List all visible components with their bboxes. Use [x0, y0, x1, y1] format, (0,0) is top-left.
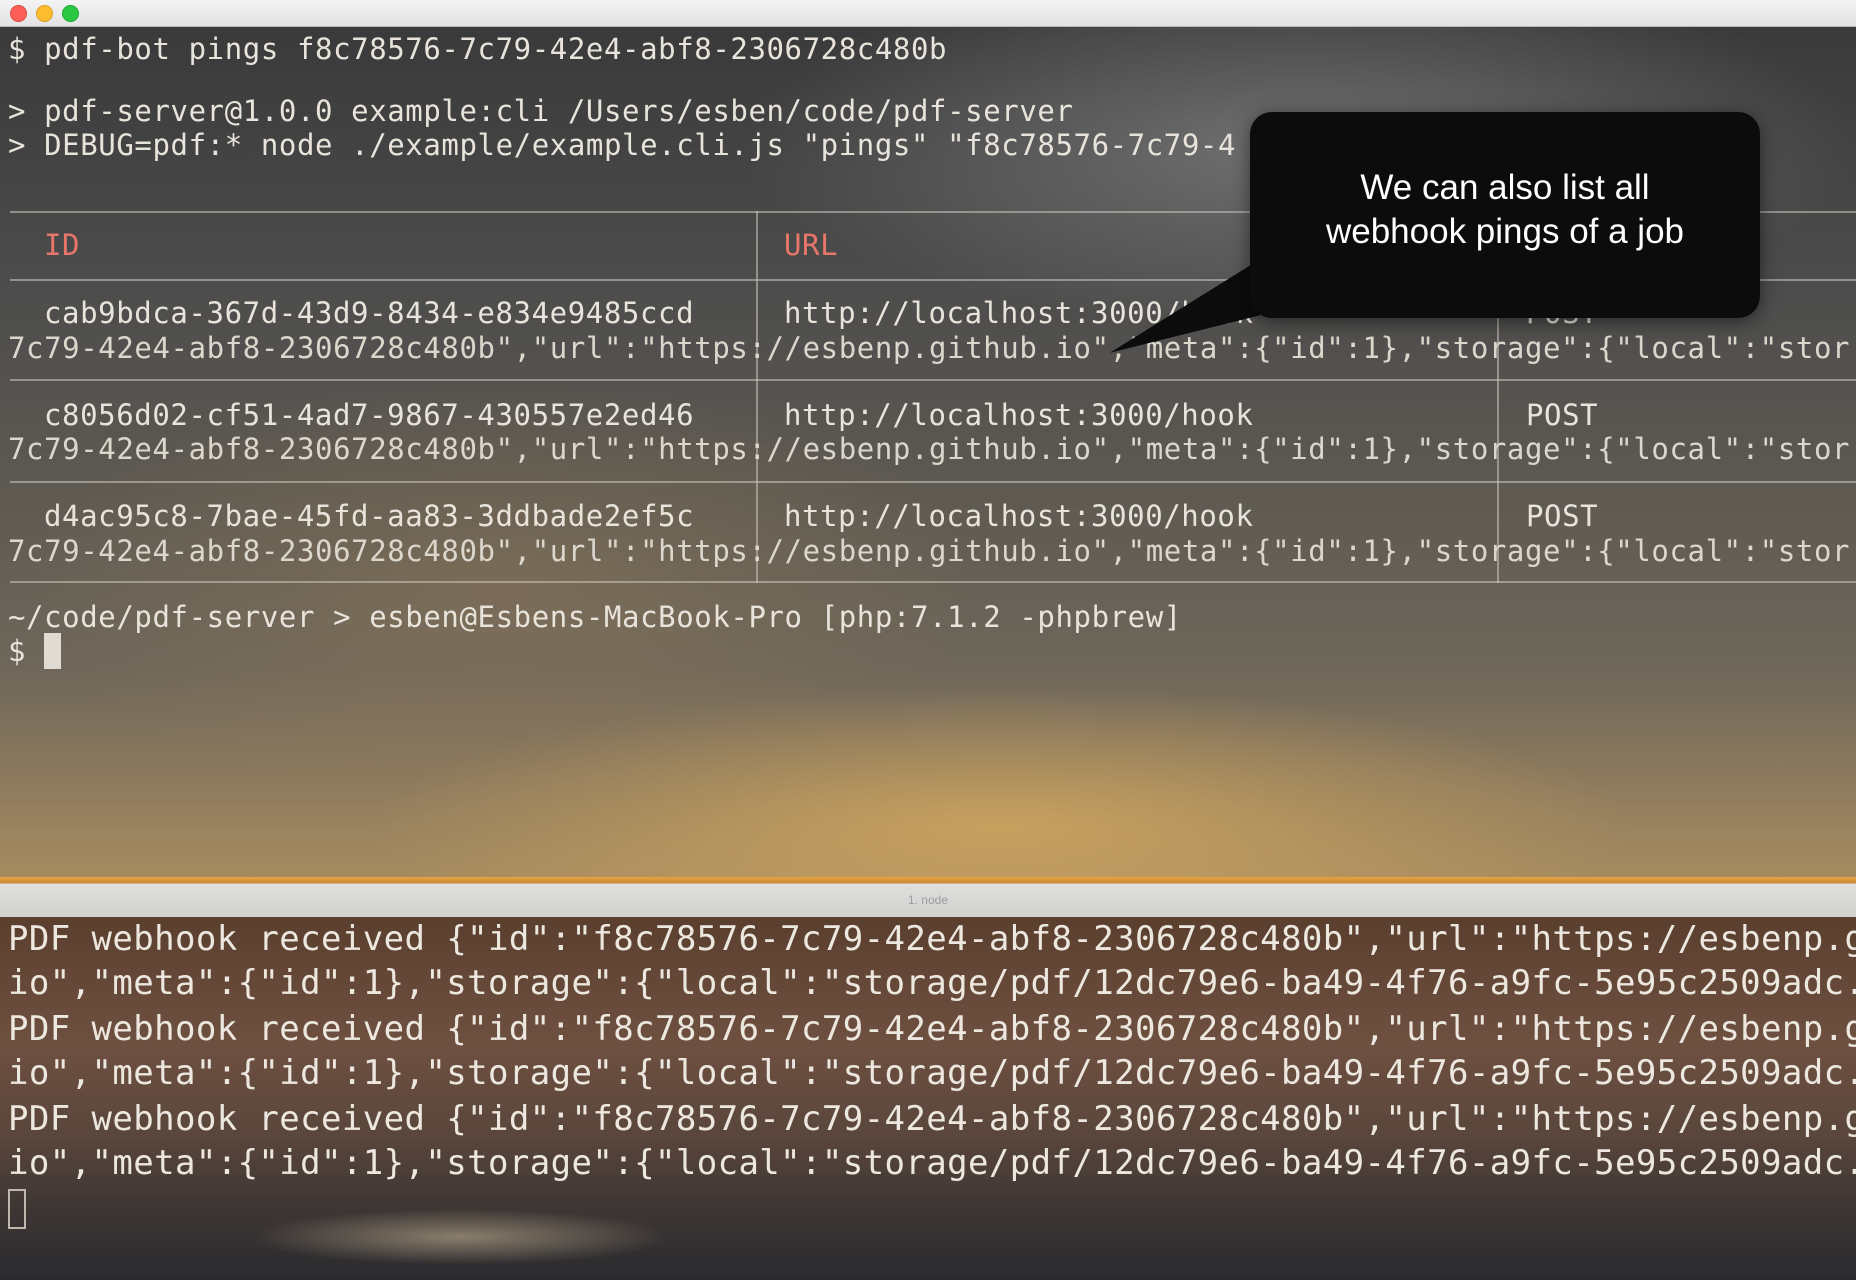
callout-line-1: We can also list all	[1360, 168, 1650, 207]
table-header-url: URL	[784, 228, 839, 262]
text-cursor	[44, 633, 61, 669]
table-border	[10, 379, 1856, 381]
table-row-id: d4ac95c8-7bae-45fd-aa83-3ddbade2ef5c	[44, 499, 695, 533]
log-line: io","meta":{"id":1},"storage":{"local":"…	[8, 1053, 1856, 1093]
log-line: PDF webhook received {"id":"f8c78576-7c7…	[8, 1009, 1856, 1049]
text-cursor	[8, 1189, 26, 1229]
annotation-callout: We can also list all webhook pings of a …	[1250, 112, 1760, 318]
prompt-symbol: $	[8, 634, 27, 668]
shell-prompt-line: ~/code/pdf-server > esben@Esbens-MacBook…	[8, 600, 1182, 634]
minimize-window-icon[interactable]	[36, 5, 53, 22]
table-row-wrapped-text: 7c79-42e4-abf8-2306728c480b","url":"http…	[8, 331, 1851, 365]
table-row-id: cab9bdca-367d-43d9-8434-e834e9485ccd	[44, 296, 695, 330]
log-line: io","meta":{"id":1},"storage":{"local":"…	[8, 963, 1856, 1003]
log-line: io","meta":{"id":1},"storage":{"local":"…	[8, 1143, 1856, 1183]
callout-line-2: webhook pings of a job	[1325, 212, 1685, 251]
table-row-url: http://localhost:3000/hook	[784, 499, 1254, 533]
table-row-method: POST	[1526, 499, 1599, 533]
table-border	[10, 481, 1856, 483]
table-header-id: ID	[44, 228, 81, 262]
split-pane-title: 1. node	[907, 893, 949, 907]
table-row-url: http://localhost:3000/hook	[784, 398, 1254, 432]
callout-text: We can also list all webhook pings of a …	[1250, 166, 1760, 254]
table-column-divider	[756, 211, 758, 583]
npm-command-line: > DEBUG=pdf:* node ./example/example.cli…	[8, 128, 1237, 162]
window-titlebar[interactable]	[0, 0, 1856, 27]
table-row-method: POST	[1526, 398, 1599, 432]
log-line: PDF webhook received {"id":"f8c78576-7c7…	[8, 1099, 1856, 1139]
table-row-wrapped-text: 7c79-42e4-abf8-2306728c480b","url":"http…	[8, 432, 1851, 466]
table-row-wrapped-text: 7c79-42e4-abf8-2306728c480b","url":"http…	[8, 534, 1851, 568]
terminal-pane-bottom[interactable]: PDF webhook received {"id":"f8c78576-7c7…	[0, 917, 1856, 1280]
log-line: PDF webhook received {"id":"f8c78576-7c7…	[8, 919, 1856, 959]
close-window-icon[interactable]	[10, 5, 27, 22]
npm-script-line: > pdf-server@1.0.0 example:cli /Users/es…	[8, 94, 1074, 128]
table-row-id: c8056d02-cf51-4ad7-9867-430557e2ed46	[44, 398, 695, 432]
command-line: $ pdf-bot pings f8c78576-7c79-42e4-abf8-…	[8, 32, 948, 66]
table-border	[10, 581, 1856, 583]
terminal-window: $ pdf-bot pings f8c78576-7c79-42e4-abf8-…	[0, 0, 1856, 1280]
zoom-window-icon[interactable]	[62, 5, 79, 22]
